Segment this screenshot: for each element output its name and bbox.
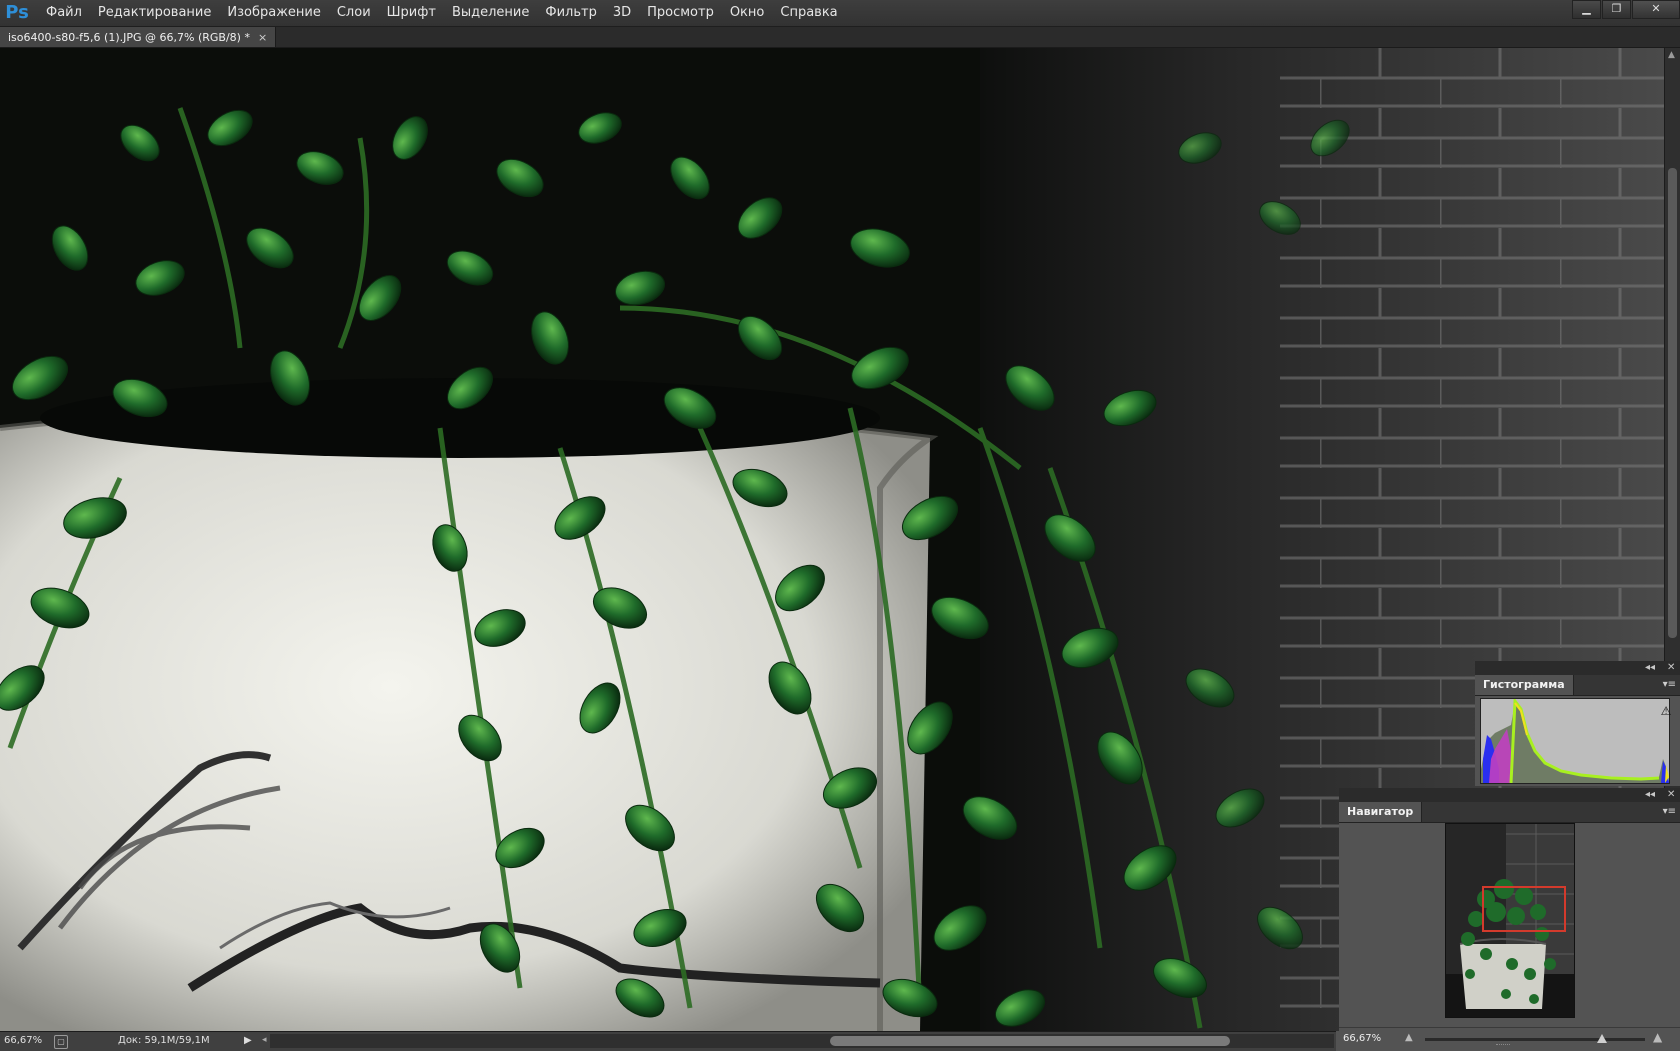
panel-menu-icon[interactable]: ▾≡: [1663, 679, 1676, 690]
histogram-graph: [1480, 698, 1670, 784]
histogram-panel: ⚠: [1475, 696, 1680, 786]
navigator-panel-strip: ◂◂ ✕: [1339, 788, 1680, 802]
status-menu-arrow-icon[interactable]: ▶: [244, 1035, 252, 1046]
menu-help[interactable]: Справка: [772, 0, 845, 26]
horizontal-scrollbar[interactable]: [270, 1034, 1334, 1048]
scroll-left-icon[interactable]: ◂: [262, 1035, 267, 1045]
close-tab-icon[interactable]: ×: [258, 31, 267, 44]
close-panel-icon[interactable]: ✕: [1667, 661, 1675, 675]
minimize-button[interactable]: ▁: [1572, 0, 1601, 19]
restore-button[interactable]: ❐: [1602, 0, 1631, 19]
status-bar: 66,67% ▢ Док: 59,1M/59,1M ▶ ◂: [0, 1031, 1336, 1051]
collapse-panel-icon[interactable]: ◂◂: [1645, 788, 1655, 802]
tab-histogram[interactable]: Гистограмма: [1475, 675, 1574, 695]
vertical-scroll-thumb[interactable]: [1668, 168, 1677, 638]
menu-file[interactable]: Файл: [38, 0, 90, 26]
histogram-panel-strip: ◂◂ ✕: [1475, 661, 1680, 675]
navigator-view-box[interactable]: [1482, 886, 1566, 932]
menu-type[interactable]: Шрифт: [379, 0, 444, 26]
document-tab-bar: iso6400-s80-f5,6 (1).JPG @ 66,7% (RGB/8)…: [0, 27, 1680, 48]
zoom-slider-knob[interactable]: [1597, 1034, 1607, 1043]
collapse-panel-icon[interactable]: ◂◂: [1645, 661, 1655, 675]
navigator-tab-bar: Навигатор ▾≡: [1339, 802, 1680, 823]
menu-filter[interactable]: Фильтр: [537, 0, 604, 26]
horizontal-scroll-thumb[interactable]: [830, 1036, 1230, 1046]
scroll-up-icon[interactable]: ▲: [1668, 50, 1675, 60]
document-tab[interactable]: iso6400-s80-f5,6 (1).JPG @ 66,7% (RGB/8)…: [0, 27, 277, 47]
menu-layers[interactable]: Слои: [329, 0, 379, 26]
panel-menu-icon[interactable]: ▾≡: [1663, 806, 1676, 817]
zoom-out-icon[interactable]: ▲: [1405, 1032, 1413, 1043]
menu-view[interactable]: Просмотр: [639, 0, 722, 26]
close-panel-icon[interactable]: ✕: [1667, 788, 1675, 802]
photoshop-logo-icon: Ps: [5, 2, 29, 23]
document-size-info: Док: 59,1M/59,1M: [118, 1035, 210, 1046]
menu-bar: Ps Файл Редактирование Изображение Слои …: [0, 0, 1680, 27]
main-menu: Файл Редактирование Изображение Слои Шри…: [38, 0, 846, 26]
menu-window[interactable]: Окно: [722, 0, 773, 26]
menu-3d[interactable]: 3D: [605, 0, 639, 26]
navigator-zoom-field[interactable]: 66,67%: [1343, 1033, 1381, 1044]
menu-edit[interactable]: Редактирование: [90, 0, 219, 26]
tab-navigator[interactable]: Навигатор: [1339, 802, 1423, 822]
menu-select[interactable]: Выделение: [444, 0, 537, 26]
document-info-icon[interactable]: ▢: [54, 1035, 68, 1049]
navigator-panel: [1339, 823, 1680, 1027]
navigator-thumbnail[interactable]: [1445, 823, 1575, 1018]
document-tab-title: iso6400-s80-f5,6 (1).JPG @ 66,7% (RGB/8)…: [8, 30, 250, 44]
cache-warning-icon[interactable]: ⚠: [1659, 704, 1673, 718]
zoom-in-icon[interactable]: ▲: [1653, 1030, 1662, 1044]
window-controls: ▁ ❐ ✕: [1571, 0, 1680, 19]
menu-image[interactable]: Изображение: [219, 0, 328, 26]
status-zoom-field[interactable]: 66,67%: [4, 1035, 42, 1046]
histogram-tab-bar: Гистограмма ▾≡: [1475, 675, 1680, 696]
close-button[interactable]: ✕: [1632, 0, 1680, 19]
resize-grip-icon[interactable]: [1496, 1044, 1510, 1049]
zoom-slider[interactable]: [1425, 1034, 1645, 1043]
